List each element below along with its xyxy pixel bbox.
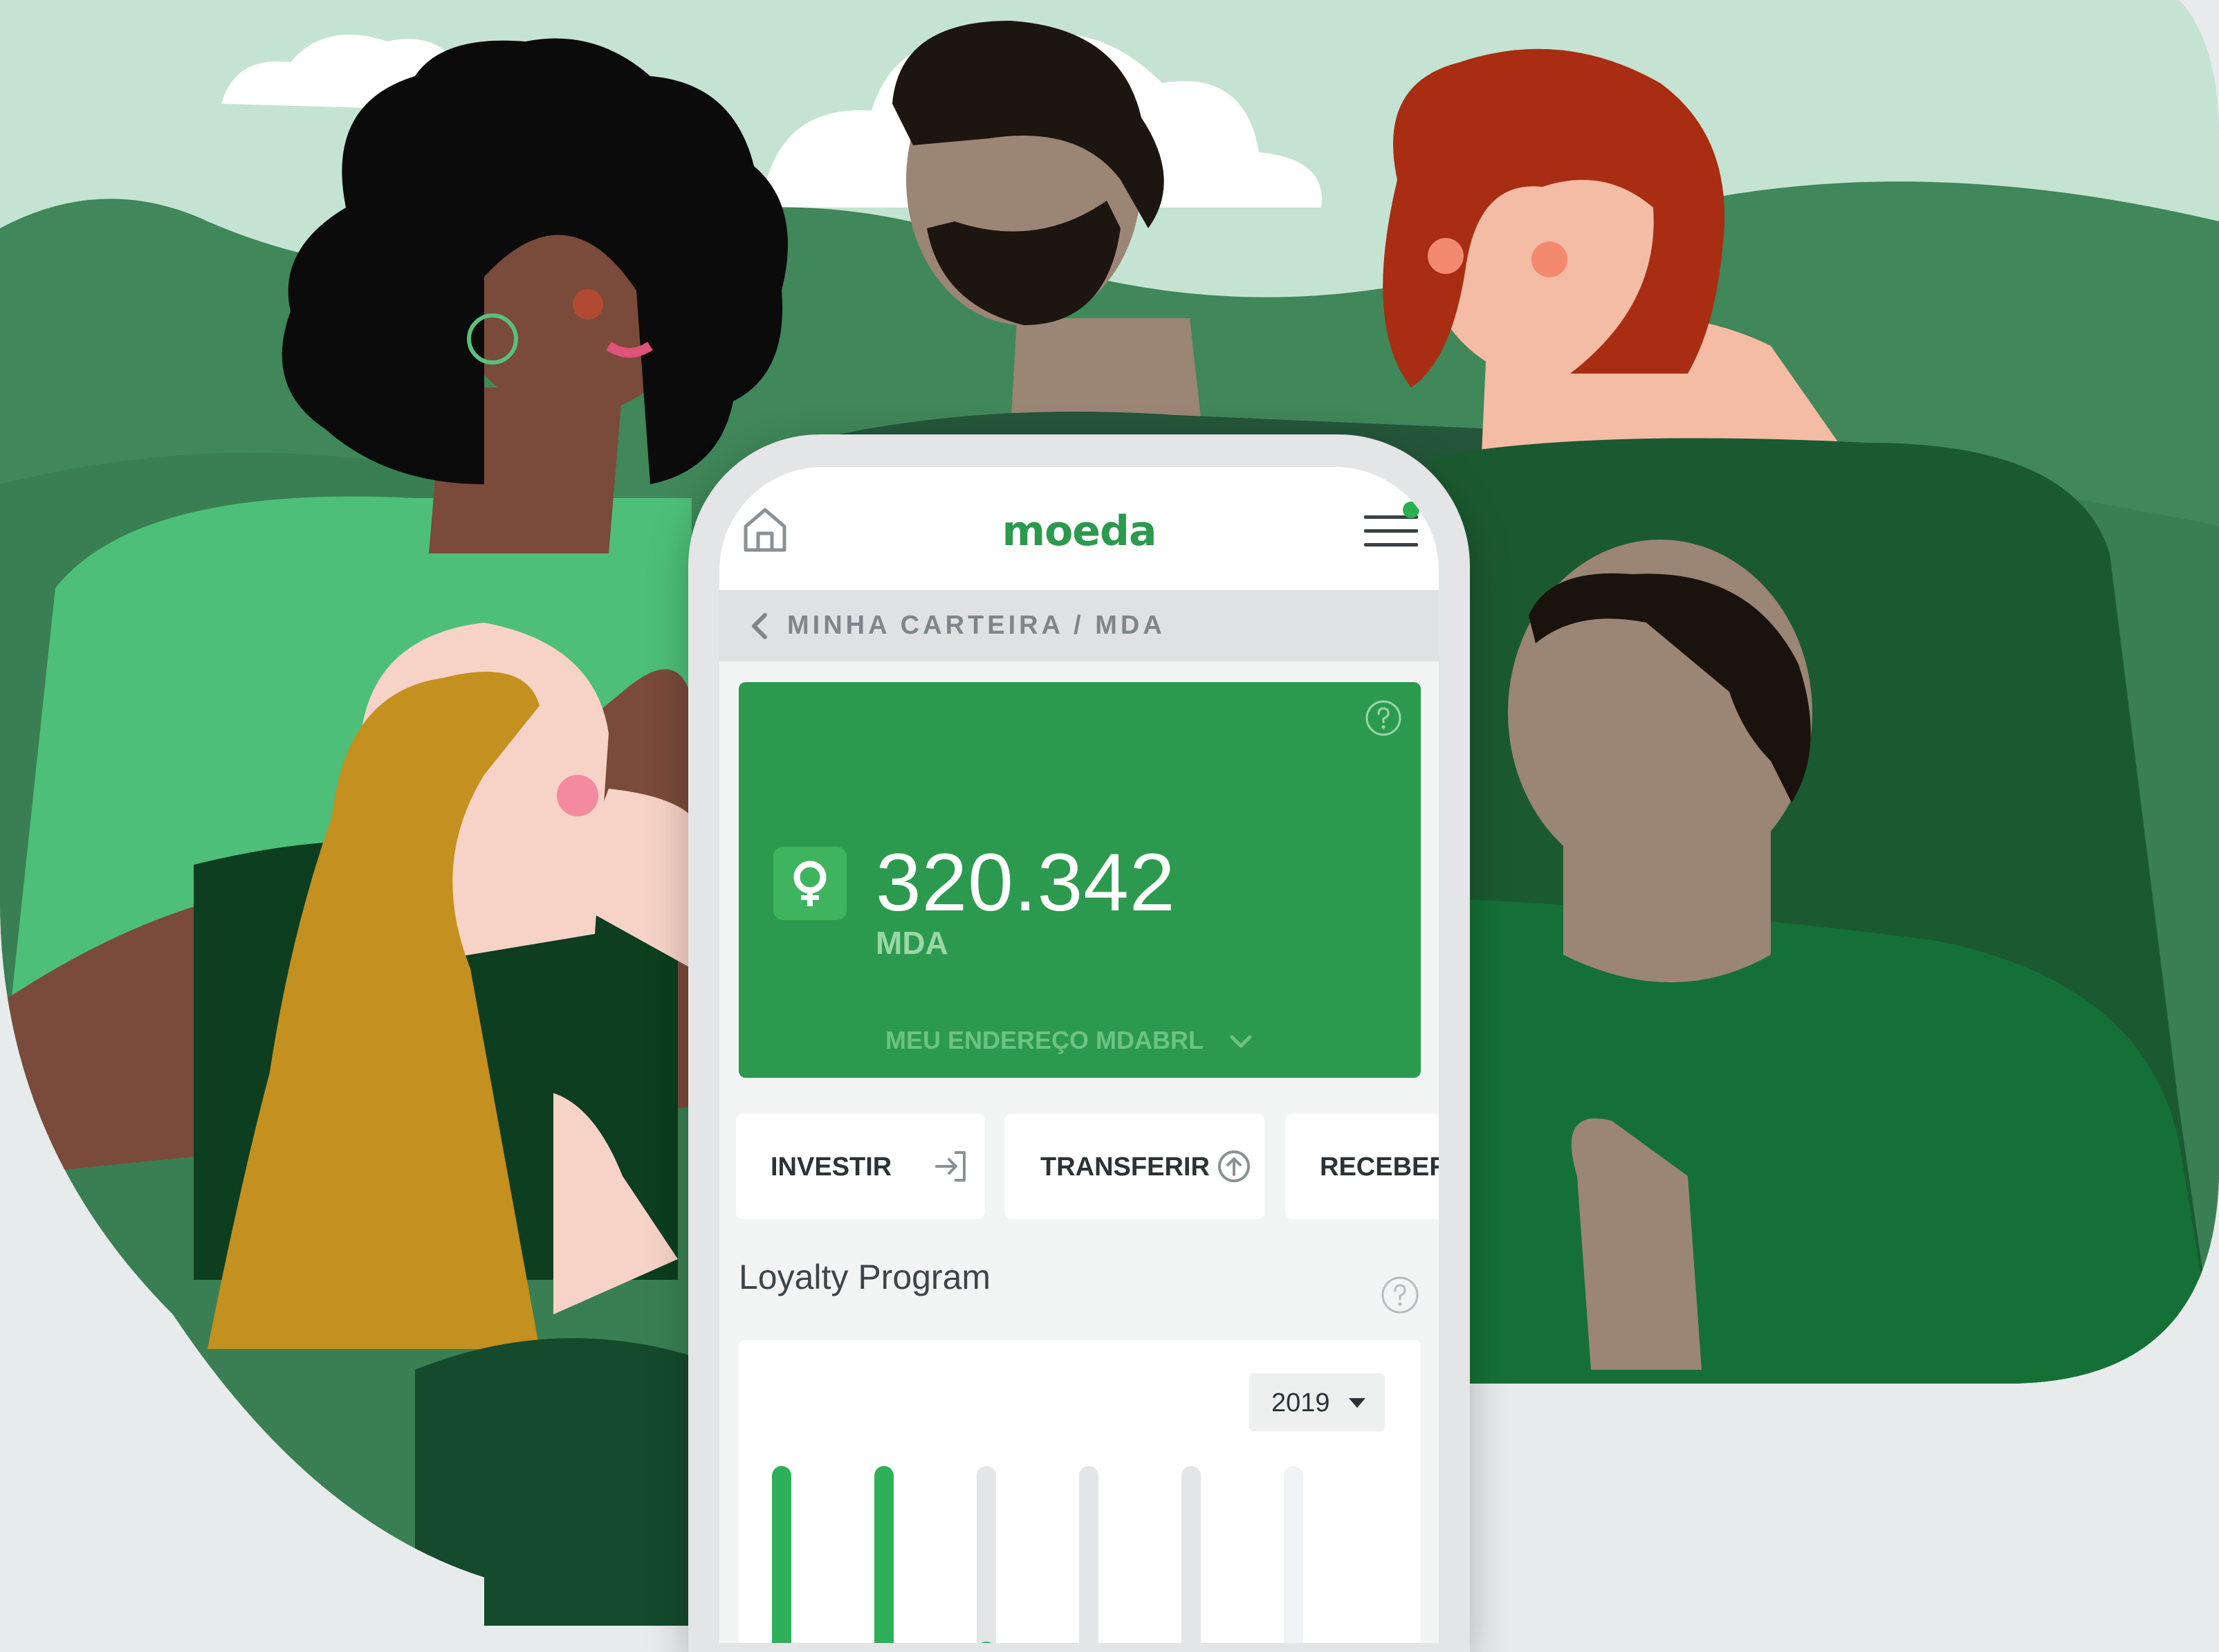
year-dropdown[interactable]: 2019 — [1249, 1373, 1385, 1431]
moeda-logo: moeda — [1002, 507, 1157, 556]
currency-code: MDA — [876, 925, 948, 961]
loyalty-bar-fill — [977, 1642, 996, 1643]
receive-label: RECEBER — [1320, 1153, 1439, 1182]
invest-label: INVESTIR — [771, 1153, 892, 1182]
chevron-down-icon — [1230, 1035, 1252, 1048]
token-badge — [773, 847, 847, 920]
loyalty-bar — [1079, 1466, 1098, 1643]
receive-button[interactable]: RECEBER — [1285, 1114, 1439, 1219]
invest-button[interactable]: INVESTIR — [736, 1114, 985, 1219]
loyalty-bar — [772, 1466, 791, 1643]
loyalty-bar-fill — [772, 1466, 791, 1643]
question-circle-icon[interactable] — [1364, 699, 1403, 737]
notification-dot — [1403, 502, 1419, 518]
balance-amount: 320.342 — [876, 837, 1176, 928]
sign-in-arrow-icon — [935, 1151, 966, 1182]
app-screen: moeda MINHA CARTEIRA / MDA 320.342 MDA M… — [719, 467, 1439, 1643]
loyalty-bar — [1181, 1466, 1201, 1643]
chevron-left-icon[interactable] — [746, 611, 773, 641]
loyalty-bar — [977, 1466, 996, 1643]
breadcrumb-text[interactable]: MINHA CARTEIRA / MDA — [787, 611, 1166, 641]
breadcrumb: MINHA CARTEIRA / MDA — [719, 590, 1439, 661]
loyalty-bar — [874, 1466, 894, 1643]
app-header: moeda — [719, 467, 1439, 590]
loyalty-bar-fill — [874, 1466, 894, 1643]
moeda-token-icon — [793, 861, 827, 906]
transfer-label: TRANSFERIR — [1040, 1153, 1210, 1182]
loyalty-chart-card: 2019 — [739, 1340, 1421, 1643]
arrow-up-circle-icon — [1218, 1150, 1250, 1182]
address-toggle[interactable]: MEU ENDEREÇO MDABRL — [885, 1026, 1253, 1055]
wallet-balance-card: 320.342 MDA MEU ENDEREÇO MDABRL — [739, 682, 1421, 1078]
loyalty-bar — [1284, 1466, 1303, 1643]
year-dropdown-value: 2019 — [1271, 1388, 1330, 1417]
caret-down-icon — [1349, 1398, 1365, 1408]
menu-button[interactable] — [1363, 500, 1421, 558]
loyalty-program-title: Loyalty Program — [739, 1258, 991, 1296]
transfer-button[interactable]: TRANSFERIR — [1004, 1114, 1264, 1219]
question-circle-icon[interactable] — [1380, 1275, 1420, 1315]
address-toggle-label: MEU ENDEREÇO MDABRL — [885, 1026, 1204, 1054]
